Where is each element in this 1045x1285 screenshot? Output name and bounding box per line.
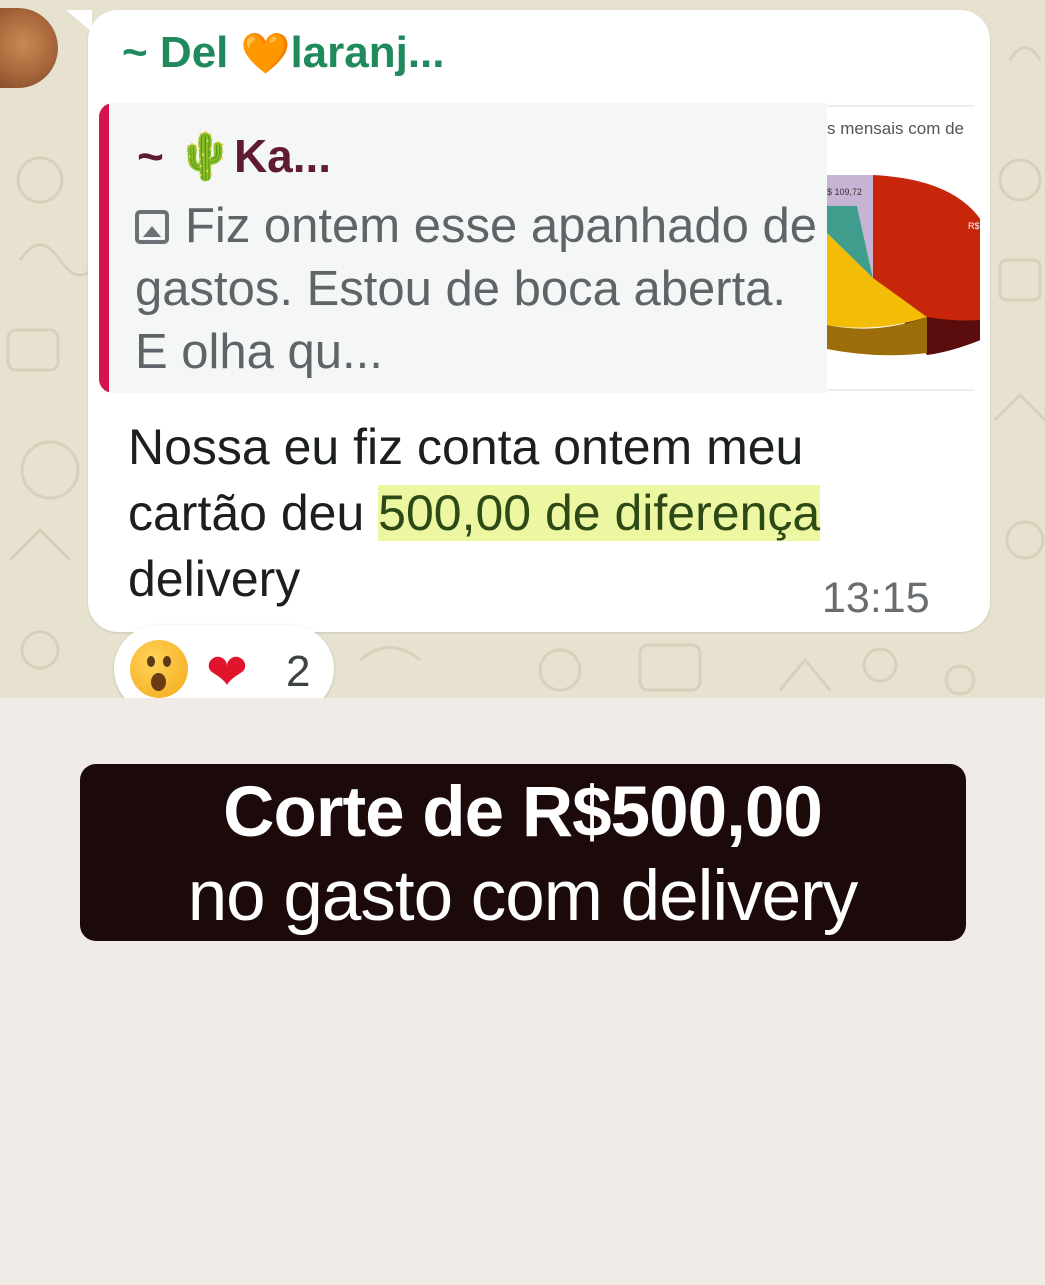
face-mouth [151, 673, 166, 691]
cactus-emoji: 🌵 [176, 130, 234, 182]
quote-author-prefix: ~ [137, 130, 177, 182]
chat-area: ~ Del 🧡laranj... ~ 🌵Ka... Fiz ontem esse… [0, 0, 1045, 698]
face-eye-right [163, 656, 171, 667]
quoted-message[interactable]: ~ 🌵Ka... Fiz ontem esse apanhado de gast… [99, 103, 980, 393]
message-time: 13:15 [822, 574, 930, 622]
orange-heart-emoji: 🧡 [240, 32, 291, 76]
astonished-face-icon [130, 640, 188, 698]
quote-thumbnail[interactable]: s mensais com de $ 109,72 R$ [827, 103, 980, 393]
reaction-count: 2 [286, 647, 311, 696]
image-icon [135, 210, 169, 244]
sender-name[interactable]: ~ Del 🧡laranj... [122, 28, 445, 78]
quote-accent-bar [99, 103, 109, 393]
caption-headline: Corte de R$500,00 [223, 773, 823, 852]
face-eye-left [147, 656, 155, 667]
thumbnail-label-right: R$ [968, 221, 980, 231]
quote-author: ~ 🌵Ka... [137, 129, 331, 184]
caption-subline: no gasto com delivery [187, 857, 859, 936]
quote-text-content: Fiz ontem esse apanhado de gastos. Estou… [135, 199, 817, 379]
quote-text: Fiz ontem esse apanhado de gastos. Estou… [135, 195, 825, 384]
sender-name-prefix: ~ Del [122, 28, 241, 77]
highlighted-text: 500,00 de diferença [378, 485, 821, 541]
pie-slices [827, 175, 980, 356]
thumbnail-label-value: $ 109,72 [827, 187, 862, 197]
sender-name-suffix: laranj... [290, 28, 445, 77]
reactions-pill[interactable]: ❤ 2 [114, 625, 334, 698]
quote-author-name: Ka... [233, 130, 332, 182]
thumbnail-pie-chart: $ 109,72 R$ [827, 105, 980, 391]
thumbnail-caption: s mensais com de [827, 119, 964, 138]
red-heart-icon: ❤ [206, 644, 248, 698]
message-text-after: delivery [128, 551, 301, 607]
bubble-tail [66, 10, 92, 32]
